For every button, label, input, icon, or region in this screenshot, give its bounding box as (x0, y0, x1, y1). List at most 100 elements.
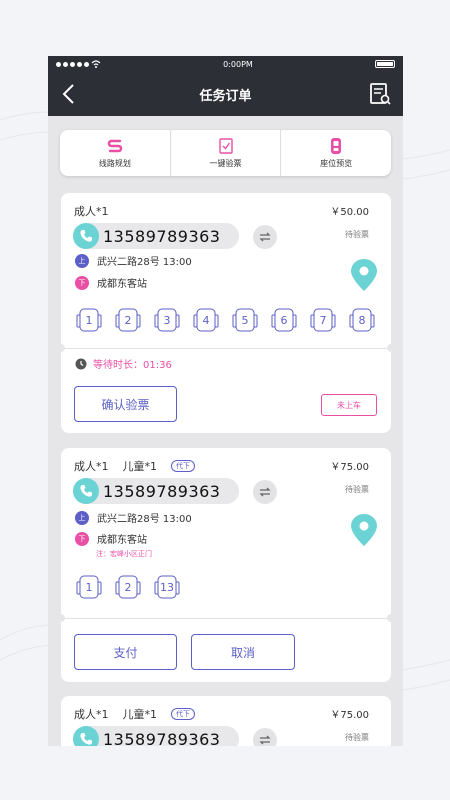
phone-number: 13589789363 (103, 481, 221, 501)
phone-icon (73, 223, 99, 249)
seat-number: 1 (85, 580, 93, 594)
order-price: ￥75.00 (330, 710, 369, 721)
order-status: 待验票 (345, 733, 369, 742)
phone-number: 13589789363 (103, 226, 221, 246)
one-click-check-label: 一键验票 (209, 159, 242, 168)
seat-preview-button[interactable]: 座位预览 (281, 130, 391, 176)
dropoff-marker: 下 (75, 531, 89, 546)
one-click-check-button[interactable]: 一键验票 (171, 130, 282, 176)
wait-time-label: 等待时长：01:36 (93, 360, 172, 371)
seat-number: 7 (319, 313, 327, 327)
pickup-address: 武兴二路28号 13:00 (97, 257, 192, 268)
order-status: 待验票 (345, 485, 369, 494)
page-title: 任务订单 (199, 88, 252, 104)
pickup-marker: 上 (75, 510, 89, 525)
passenger-count: 成人*1 (74, 708, 109, 721)
seat-item[interactable]: 7 (309, 307, 337, 333)
proxy-tag: 代下 (171, 460, 195, 472)
seat-item[interactable]: 13 (153, 574, 181, 600)
swap-icon (259, 735, 271, 745)
order-card: 成人*1 儿童*1 代下 ￥75.00 13589789363 待验票 (61, 696, 391, 746)
seat-preview-icon (331, 138, 342, 154)
passenger-count: 成人*1 (74, 205, 109, 218)
order-card: 成人*1 儿童*1 代下 ￥75.00 13589789363 待验票 上 武兴… (57, 448, 395, 682)
child-count: 儿童*1 (122, 460, 158, 473)
pickup-stop: 上 武兴二路28号 13:00 (75, 253, 192, 268)
dropoff-stop: 下 成都东客站 (75, 275, 147, 290)
card-divider (61, 618, 391, 619)
seat-number: 1 (85, 313, 93, 327)
seat-number: 6 (280, 313, 288, 327)
dropoff-stop: 下 成都东客站 (75, 531, 147, 546)
dropoff-note: 注：宏峰小区正门 (96, 550, 152, 558)
dropoff-address: 成都东客站 (97, 535, 147, 546)
child-count: 儿童*1 (122, 708, 158, 721)
phone-pill[interactable]: 13589789363 (73, 478, 239, 504)
seat-item[interactable]: 1 (75, 307, 103, 333)
passenger-row: 成人*1 (74, 203, 109, 219)
seat-item[interactable]: 4 (192, 307, 220, 333)
seat-list: 1 2 13 (75, 574, 181, 600)
pay-button[interactable]: 支付 (74, 634, 177, 670)
card-divider (61, 348, 391, 349)
nav-bar: 任务订单 (48, 72, 403, 116)
seat-list: 1 2 3 4 5 6 7 8 (75, 307, 376, 333)
phone-pill[interactable]: 13589789363 (73, 726, 239, 746)
seat-number: 3 (163, 313, 171, 327)
seat-item[interactable]: 2 (114, 307, 142, 333)
wait-time: 等待时长：01:36 (75, 356, 172, 371)
seat-item[interactable]: 6 (270, 307, 298, 333)
swap-icon (259, 232, 271, 242)
seat-preview-label: 座位预览 (320, 159, 353, 168)
seat-number: 2 (124, 580, 132, 594)
wifi-icon (91, 60, 101, 68)
cancel-button[interactable]: 取消 (191, 634, 295, 670)
seat-item[interactable]: 2 (114, 574, 142, 600)
route-planning-label: 线路规划 (98, 159, 131, 168)
location-pin-icon[interactable] (349, 257, 379, 293)
route-planning-button[interactable]: 线路规划 (60, 130, 171, 176)
pickup-address: 武兴二路28号 13:00 (97, 514, 192, 525)
back-arrow-icon[interactable] (58, 82, 82, 106)
location-pin-icon[interactable] (349, 512, 379, 548)
seat-item[interactable]: 5 (231, 307, 259, 333)
phone-icon (73, 478, 99, 504)
swap-icon (259, 487, 271, 497)
passenger-count: 成人*1 (74, 460, 109, 473)
proxy-tag: 代下 (171, 708, 195, 720)
seat-number: 13 (160, 580, 174, 594)
order-status: 待验票 (345, 230, 369, 239)
phone-pill[interactable]: 13589789363 (73, 223, 239, 249)
seat-number: 4 (202, 313, 210, 327)
dropoff-marker: 下 (75, 275, 89, 290)
seat-item[interactable]: 8 (348, 307, 376, 333)
order-list-icon[interactable] (369, 82, 391, 106)
swap-button[interactable] (253, 225, 277, 249)
phone-icon (73, 726, 99, 746)
passenger-row: 成人*1 儿童*1 代下 (74, 706, 195, 722)
phone-number: 13589789363 (103, 729, 221, 747)
swap-button[interactable] (253, 480, 277, 504)
ticket-check-icon (218, 138, 233, 154)
not-boarded-button[interactable]: 未上车 (321, 394, 377, 416)
dropoff-address: 成都东客站 (97, 279, 147, 290)
confirm-ticket-button[interactable]: 确认验票 (74, 386, 177, 422)
clock-icon (75, 358, 87, 369)
swap-button[interactable] (253, 728, 277, 746)
pickup-marker: 上 (75, 253, 89, 268)
signal-icon (56, 60, 101, 68)
quick-action-bar: 线路规划 一键验票 座位预览 (60, 130, 391, 176)
battery-icon (374, 60, 395, 68)
seat-item[interactable]: 1 (75, 574, 103, 600)
seat-number: 8 (358, 313, 366, 327)
status-bar: 0:00PM (48, 56, 403, 72)
status-time: 0:00PM (223, 59, 253, 69)
order-price: ￥50.00 (330, 207, 369, 218)
seat-item[interactable]: 3 (153, 307, 181, 333)
pickup-stop: 上 武兴二路28号 13:00 (75, 510, 192, 525)
order-card: 成人*1 ￥50.00 13589789363 待验票 上 武兴二路28号 13… (57, 193, 395, 433)
order-price: ￥75.00 (330, 462, 369, 473)
route-icon (107, 139, 123, 153)
seat-number: 2 (124, 313, 132, 327)
phone-screen: 0:00PM 任务订单 线路规划 一键验票 座位预览 成人*1 ￥50.00 1… (48, 56, 403, 746)
